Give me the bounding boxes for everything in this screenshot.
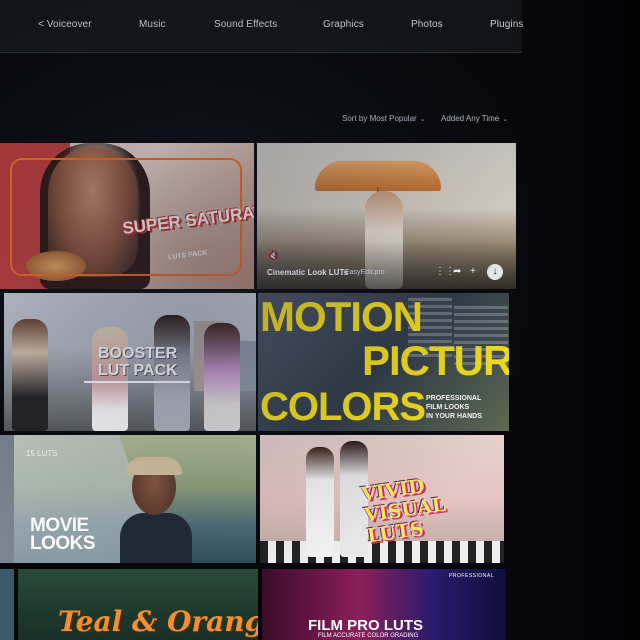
date-filter-dropdown[interactable]: Added Any Time ⌄ bbox=[441, 114, 508, 123]
grid-icon[interactable]: ⋮⋮ bbox=[435, 266, 455, 277]
tile-title: VIVID VISUAL LUTS bbox=[359, 475, 447, 548]
nav-photos[interactable]: Photos bbox=[411, 19, 443, 30]
divider bbox=[84, 381, 190, 383]
lut-count: 15 LUTS bbox=[26, 449, 58, 458]
tile-title: MOVIE LOOKS bbox=[30, 515, 96, 554]
nav-voiceover[interactable]: < Voiceover bbox=[38, 19, 92, 30]
lut-tile-vivid-visual[interactable]: VIVID VISUAL LUTS bbox=[260, 435, 504, 563]
lut-tile-motion-picture[interactable]: MOTION PICTURE COLORS PROFESSIONAL FILM … bbox=[258, 293, 509, 431]
chevron-down-icon: ⌄ bbox=[502, 116, 509, 123]
sort-label: Sort by Most Popular bbox=[342, 114, 417, 123]
add-icon[interactable]: + bbox=[470, 266, 476, 277]
tile-title: BOOSTER LUT PACK bbox=[98, 345, 178, 379]
sort-dropdown[interactable]: Sort by Most Popular ⌄ bbox=[342, 114, 426, 123]
tile-title: Teal & Orange bbox=[58, 605, 258, 638]
date-filter-label: Added Any Time bbox=[441, 114, 500, 123]
lut-tile-booster[interactable]: BOOSTER LUT PACK bbox=[4, 293, 256, 431]
mute-icon[interactable]: 🔇 bbox=[267, 251, 279, 262]
person-image bbox=[92, 327, 128, 431]
item-author[interactable]: EasyEdit.pro bbox=[345, 269, 385, 276]
lut-tile-super-saturated[interactable]: SUPER SATURATED LUTS PACK bbox=[0, 143, 254, 289]
top-nav: < Voiceover Music Sound Effects Graphics… bbox=[0, 0, 524, 53]
download-icon[interactable]: ↓ bbox=[487, 264, 503, 280]
lut-tile-film-pro[interactable]: PROFESSIONAL FILM PRO LUTS FILM ACCURATE… bbox=[262, 569, 506, 640]
tile-subtitle: PROFESSIONAL FILM LOOKS IN YOUR HANDS bbox=[426, 395, 482, 420]
partial-tile[interactable] bbox=[0, 435, 14, 563]
lut-tile-cinematic-look[interactable]: 🔇 Cinematic Look LUTs EasyEdit.pro ⋮⋮ ➦ … bbox=[257, 143, 516, 289]
tile-title-line3: COLORS bbox=[260, 385, 426, 429]
nav-graphics[interactable]: Graphics bbox=[323, 19, 364, 30]
tile-label: PROFESSIONAL bbox=[449, 573, 494, 579]
tile-subtitle: FILM ACCURATE COLOR GRADING bbox=[318, 633, 419, 639]
nav-sound-effects[interactable]: Sound Effects bbox=[214, 19, 277, 30]
item-name[interactable]: Cinematic Look LUTs bbox=[267, 268, 348, 277]
lut-tile-teal-orange[interactable]: Teal & Orange bbox=[18, 569, 258, 640]
partial-tile[interactable] bbox=[0, 569, 14, 640]
chevron-down-icon: ⌄ bbox=[419, 116, 426, 123]
share-icon[interactable]: ➦ bbox=[453, 266, 461, 277]
nav-plugins[interactable]: Plugins bbox=[490, 19, 524, 30]
nav-music[interactable]: Music bbox=[139, 19, 166, 30]
person-image bbox=[12, 319, 48, 431]
tile-title-line2: PICTURE bbox=[362, 337, 509, 384]
person-image bbox=[204, 323, 240, 431]
lut-tile-movie-looks[interactable]: 15 LUTS MOVIE LOOKS bbox=[14, 435, 256, 563]
tile-title-line1: MOTION bbox=[260, 293, 423, 340]
tile-title: FILM PRO LUTS bbox=[308, 617, 423, 634]
person-image bbox=[306, 447, 334, 557]
